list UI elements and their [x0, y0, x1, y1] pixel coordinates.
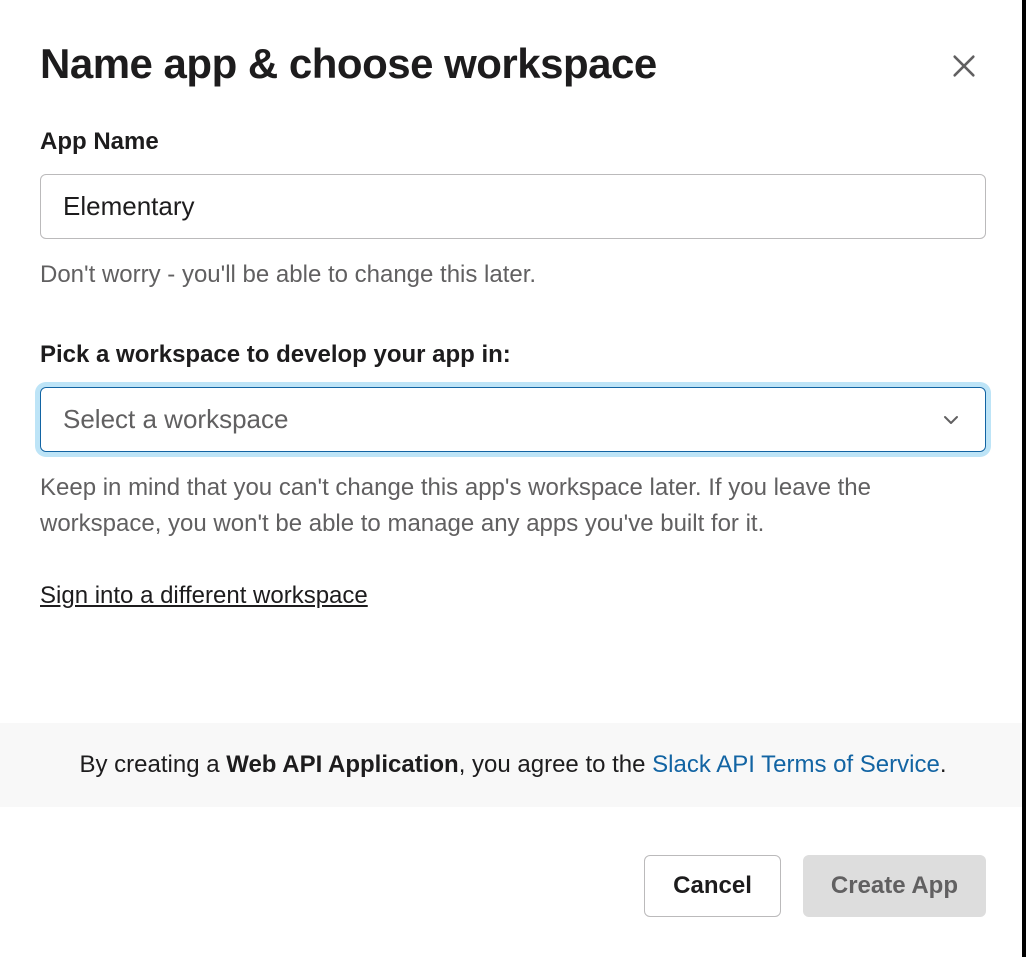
modal-header: Name app & choose workspace: [0, 0, 1026, 88]
workspace-select[interactable]: Select a workspace: [41, 388, 985, 451]
cancel-button[interactable]: Cancel: [644, 855, 781, 917]
tos-middle: , you agree to the: [459, 751, 652, 778]
modal-title: Name app & choose workspace: [40, 40, 657, 88]
workspace-select-placeholder: Select a workspace: [63, 404, 288, 435]
create-app-modal: Name app & choose workspace App Name Don…: [0, 0, 1026, 957]
tos-strong: Web API Application: [226, 751, 458, 778]
tos-link[interactable]: Slack API Terms of Service: [652, 751, 940, 778]
workspace-section: Pick a workspace to develop your app in:…: [40, 341, 986, 610]
create-app-button[interactable]: Create App: [803, 855, 986, 917]
workspace-select-wrapper: Select a workspace: [40, 387, 986, 452]
app-name-helper: Don't worry - you'll be able to change t…: [40, 257, 986, 293]
sign-in-different-workspace-link[interactable]: Sign into a different workspace: [40, 582, 368, 610]
tos-prefix: By creating a: [79, 751, 226, 778]
close-icon[interactable]: [942, 44, 986, 88]
workspace-label: Pick a workspace to develop your app in:: [40, 341, 986, 369]
app-name-input[interactable]: [40, 174, 986, 239]
modal-footer: Cancel Create App: [0, 807, 1026, 957]
tos-banner: By creating a Web API Application, you a…: [0, 723, 1026, 807]
workspace-helper: Keep in mind that you can't change this …: [40, 470, 986, 542]
app-name-label: App Name: [40, 128, 986, 156]
tos-suffix: .: [940, 751, 947, 778]
modal-body: App Name Don't worry - you'll be able to…: [0, 88, 1026, 675]
edge-shadow: [1022, 0, 1026, 957]
